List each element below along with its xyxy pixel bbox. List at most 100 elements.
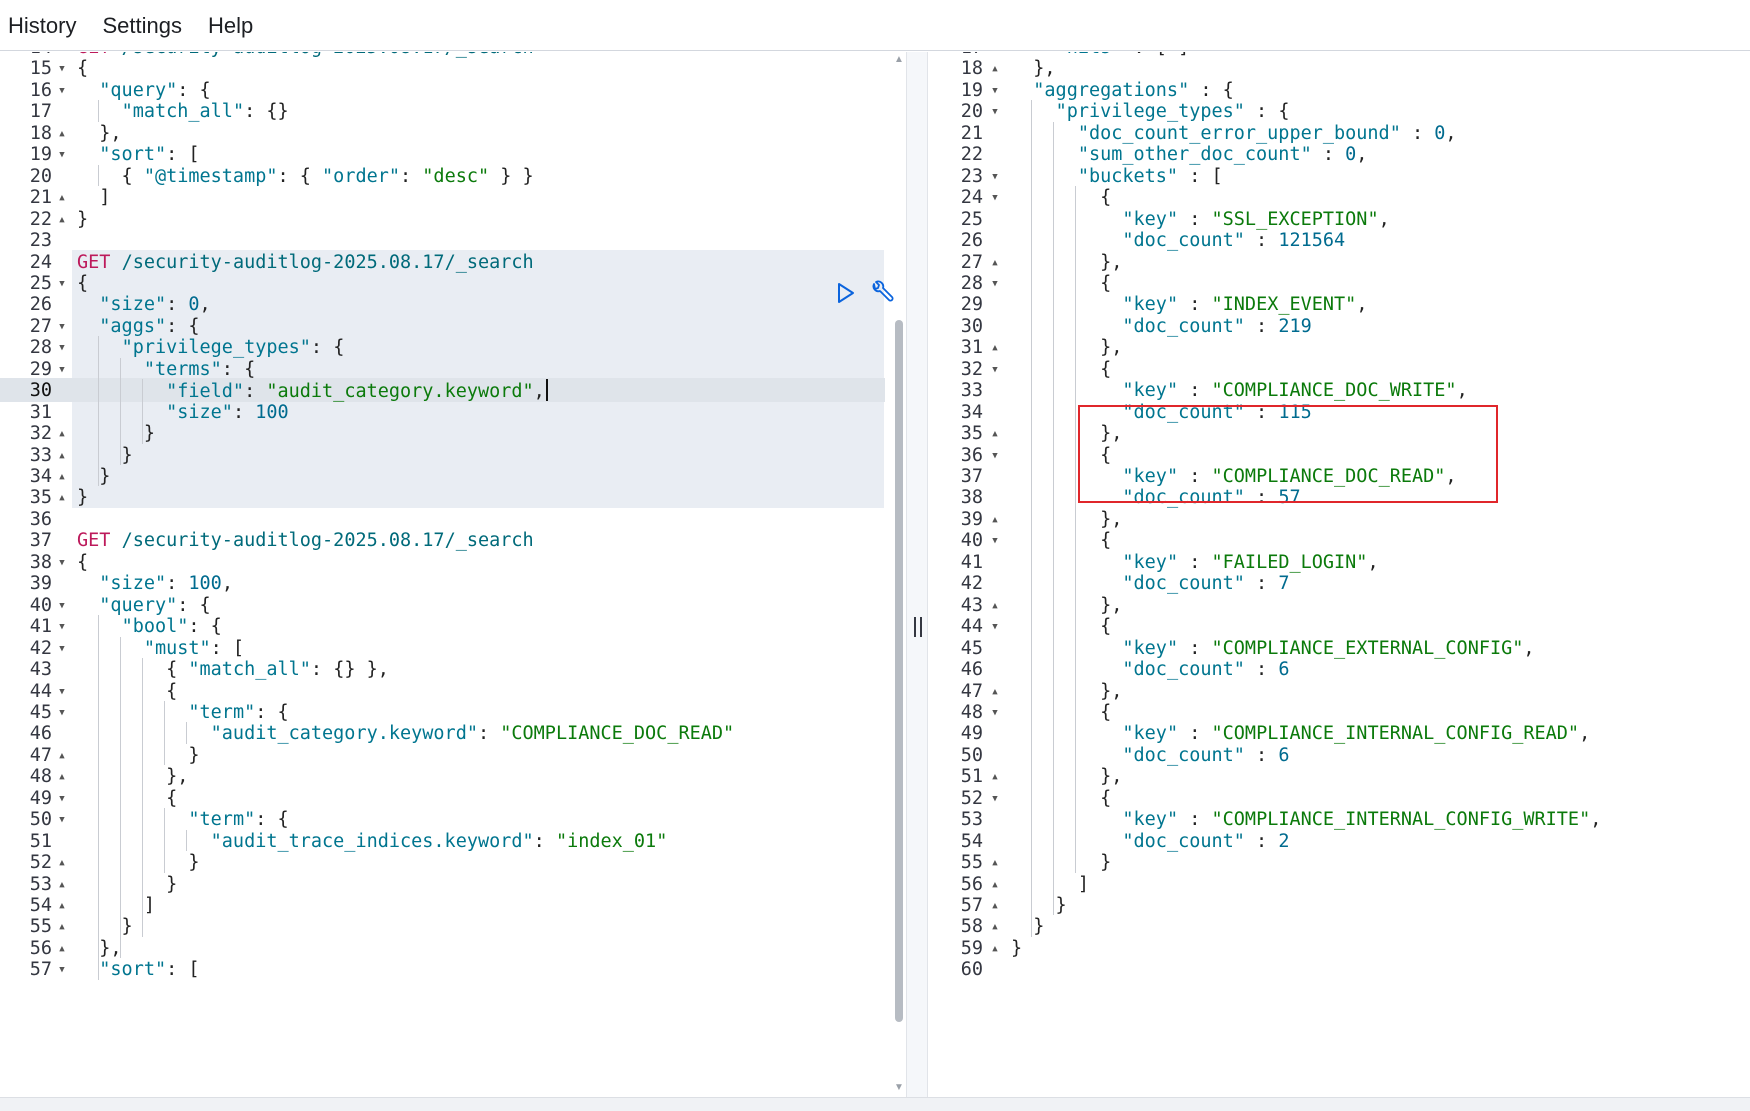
request-line[interactable]: 26 "size": 0, [0,293,885,317]
request-line[interactable]: 46 "audit_category.keyword": "COMPLIANCE… [0,722,885,746]
request-line[interactable]: 31 "size": 100 [0,401,885,425]
pane-resizer[interactable] [906,52,928,1098]
request-line[interactable]: 37 GET /security-auditlog-2025.08.17/_sea… [0,529,885,553]
fold-up-caret-icon[interactable]: ▲ [989,873,1001,897]
response-line[interactable]: 20 ▼ "privilege_types" : { [931,100,1750,124]
request-line[interactable]: 44 ▼ { [0,680,885,704]
menu-history[interactable]: History [8,0,76,51]
fold-up-caret-icon[interactable]: ▲ [56,744,68,768]
fold-down-caret-icon[interactable]: ▼ [989,529,1001,553]
request-editor[interactable]: 14▼GET /security-auditlog-2025.08.17/_se… [0,52,885,1100]
fold-up-caret-icon[interactable]: ▲ [56,186,68,210]
fold-up-caret-icon[interactable]: ▲ [989,937,1001,961]
request-line[interactable]: 32 ▲ } [0,422,885,446]
fold-down-caret-icon[interactable]: ▼ [56,551,68,575]
fold-up-caret-icon[interactable]: ▲ [989,915,1001,939]
fold-up-caret-icon[interactable]: ▲ [56,851,68,875]
request-line[interactable]: 40 ▼ "query": { [0,594,885,618]
fold-down-caret-icon[interactable]: ▼ [989,701,1001,725]
response-line[interactable]: 19 ▼ "aggregations" : { [931,79,1750,103]
fold-down-caret-icon[interactable]: ▼ [989,272,1001,296]
request-line[interactable]: 21 ▲ ] [0,186,885,210]
request-line[interactable]: 53 ▲ } [0,873,885,897]
fold-up-caret-icon[interactable]: ▲ [56,422,68,446]
request-line[interactable]: 49 ▼ { [0,787,885,811]
request-line[interactable]: 47 ▲ } [0,744,885,768]
editor-scrollbar[interactable]: ▲ ▼ [893,52,905,1098]
response-line[interactable]: 60 [931,958,1750,982]
fold-up-caret-icon[interactable]: ▲ [989,57,1001,81]
request-line[interactable]: 29 ▼ "terms": { [0,358,885,382]
request-line[interactable]: 55 ▲ } [0,915,885,939]
fold-up-caret-icon[interactable]: ▲ [989,680,1001,704]
request-line[interactable]: 33 ▲ } [0,444,885,468]
scrollbar-thumb[interactable] [895,320,903,1022]
fold-up-caret-icon[interactable]: ▲ [56,122,68,146]
fold-down-caret-icon[interactable]: ▼ [56,57,68,81]
fold-down-caret-icon[interactable]: ▼ [989,165,1001,189]
fold-down-caret-icon[interactable]: ▼ [56,701,68,725]
request-line[interactable]: 54 ▲ ] [0,894,885,918]
fold-down-caret-icon[interactable]: ▼ [56,808,68,832]
fold-up-caret-icon[interactable]: ▲ [56,915,68,939]
request-line[interactable]: 39 "size": 100, [0,572,885,596]
fold-up-caret-icon[interactable]: ▲ [989,251,1001,275]
fold-up-caret-icon[interactable]: ▲ [989,336,1001,360]
request-line[interactable]: 24 GET /security-auditlog-2025.08.17/_sea… [0,251,885,275]
request-line[interactable]: 38 ▼ { [0,551,885,575]
fold-down-caret-icon[interactable]: ▼ [56,787,68,811]
request-line[interactable]: 30 "field": "audit_category.keyword", [0,379,885,403]
fold-up-caret-icon[interactable]: ▲ [56,765,68,789]
request-line[interactable]: 52 ▲ } [0,851,885,875]
fold-down-caret-icon[interactable]: ▼ [56,79,68,103]
request-line[interactable]: 25 ▼ { [0,272,885,296]
fold-down-caret-icon[interactable]: ▼ [989,787,1001,811]
request-line[interactable]: 45 ▼ "term": { [0,701,885,725]
fold-up-caret-icon[interactable]: ▲ [56,894,68,918]
request-line[interactable]: 17 "match_all": {} [0,100,885,124]
scroll-down-arrow[interactable]: ▼ [893,1082,905,1094]
request-line[interactable]: 28 ▼ "privilege_types": { [0,336,885,360]
response-line[interactable]: 58 ▲ } [931,915,1750,939]
fold-down-caret-icon[interactable]: ▼ [56,637,68,661]
request-line[interactable]: 36 [0,508,885,532]
fold-up-caret-icon[interactable]: ▲ [989,851,1001,875]
fold-up-caret-icon[interactable]: ▲ [989,765,1001,789]
fold-down-caret-icon[interactable]: ▼ [56,358,68,382]
request-line[interactable]: 56 ▲ }, [0,937,885,961]
fold-up-caret-icon[interactable]: ▲ [56,873,68,897]
fold-up-caret-icon[interactable]: ▲ [56,486,68,510]
fold-down-caret-icon[interactable]: ▼ [56,143,68,167]
fold-down-caret-icon[interactable]: ▼ [989,100,1001,124]
request-line[interactable]: 34 ▲ } [0,465,885,489]
request-line[interactable]: 42 ▼ "must": [ [0,637,885,661]
fold-down-caret-icon[interactable]: ▼ [989,358,1001,382]
fold-down-caret-icon[interactable]: ▼ [56,315,68,339]
request-line[interactable]: 23 [0,229,885,253]
fold-down-caret-icon[interactable]: ▼ [56,615,68,639]
fold-down-caret-icon[interactable]: ▼ [989,186,1001,210]
fold-up-caret-icon[interactable]: ▲ [989,422,1001,446]
request-line[interactable]: 51 "audit_trace_indices.keyword": "index… [0,830,885,854]
request-line[interactable]: 16 ▼ "query": { [0,79,885,103]
request-line[interactable]: 18 ▲ }, [0,122,885,146]
response-line[interactable]: 59 ▲} [931,937,1750,961]
fold-up-caret-icon[interactable]: ▲ [56,937,68,961]
fold-down-caret-icon[interactable]: ▼ [56,336,68,360]
scroll-up-arrow[interactable]: ▲ [893,54,905,66]
request-line[interactable]: 15 ▼ { [0,57,885,81]
request-line[interactable]: 48 ▲ }, [0,765,885,789]
fold-down-caret-icon[interactable]: ▼ [56,272,68,296]
fold-down-caret-icon[interactable]: ▼ [56,594,68,618]
request-line[interactable]: 35 ▲} [0,486,885,510]
request-line[interactable]: 50 ▼ "term": { [0,808,885,832]
request-line[interactable]: 57 ▼ "sort": [ [0,958,885,982]
fold-down-caret-icon[interactable]: ▼ [56,680,68,704]
fold-down-caret-icon[interactable]: ▼ [989,79,1001,103]
response-viewer[interactable]: 17 "hits" : [ ]18▲ },19▼ "aggregations" … [931,52,1750,1100]
fold-up-caret-icon[interactable]: ▲ [989,894,1001,918]
request-line[interactable]: 22 ▲} [0,208,885,232]
fold-down-caret-icon[interactable]: ▼ [989,444,1001,468]
menu-help[interactable]: Help [208,0,253,51]
response-line[interactable]: 18 ▲ }, [931,57,1750,81]
